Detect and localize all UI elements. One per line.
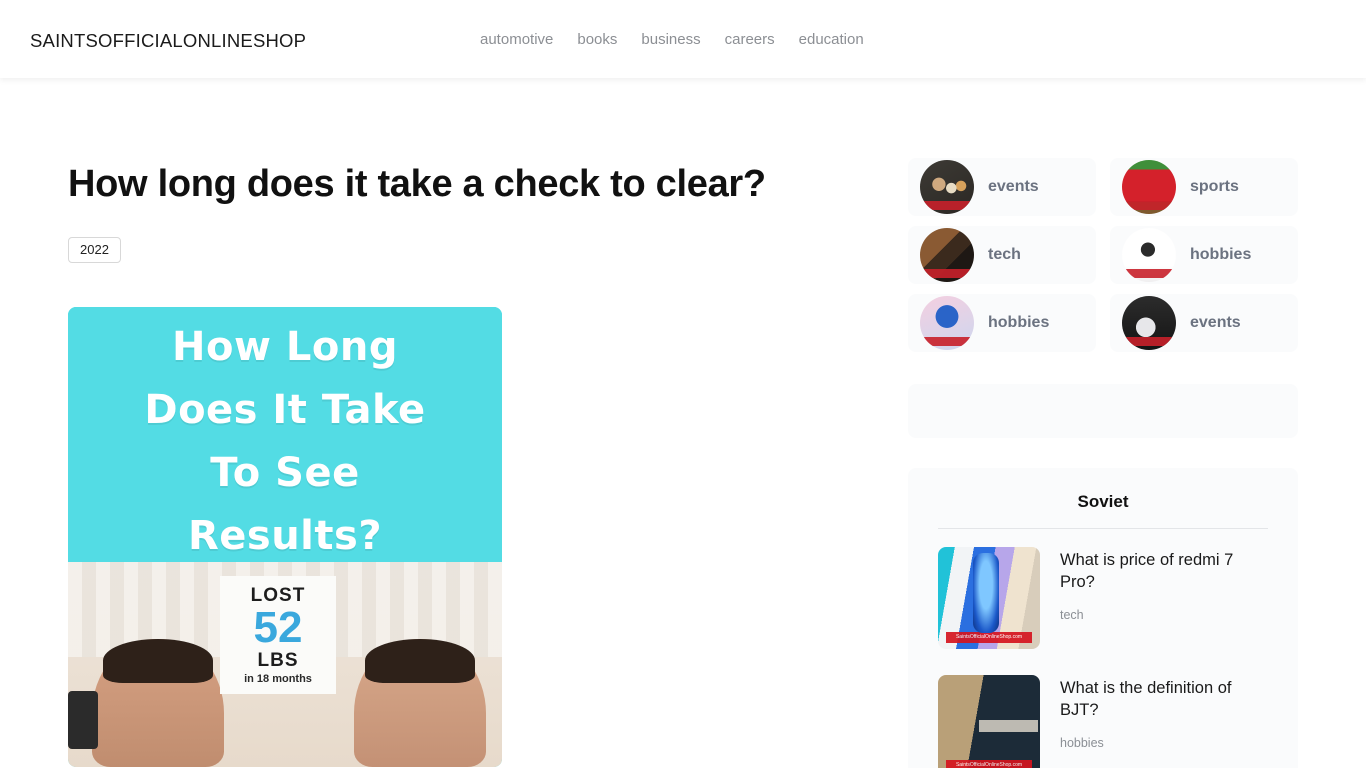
- article-main: How long does it take a check to clear? …: [68, 158, 768, 768]
- watermark-bar-icon: [1122, 269, 1176, 278]
- category-thumbnail-icon: [1122, 228, 1176, 282]
- watermark-text: SaintsOfficialOnlineShop.com: [946, 760, 1032, 768]
- related-post-item[interactable]: SaintsOfficialOnlineShop.com What is the…: [938, 675, 1268, 768]
- watermark-bar-icon: [920, 201, 974, 210]
- sidebar-widget-divider: [938, 528, 1268, 529]
- watermark-text: SaintsOfficialOnlineShop.com: [946, 632, 1032, 643]
- nav-link-business[interactable]: business: [641, 31, 700, 48]
- category-card-events-2[interactable]: events: [1110, 294, 1298, 352]
- related-post-text: What is the definition of BJT? hobbies: [1060, 675, 1268, 768]
- hero-photo-phone-icon: [68, 691, 98, 750]
- article-hero-image: How Long Does It Take To See Results? LO…: [68, 307, 502, 768]
- hero-banner-line-4: Results?: [187, 512, 383, 559]
- nav-link-books[interactable]: books: [577, 31, 617, 48]
- nav-link-automotive[interactable]: automotive: [480, 31, 553, 48]
- category-card-hobbies-2[interactable]: hobbies: [908, 294, 1096, 352]
- sidebar-widget-title: Soviet: [1077, 492, 1129, 511]
- site-header: SAINTSOFFICIALONLINESHOP automotive book…: [0, 0, 1366, 78]
- article-tag-year[interactable]: 2022: [68, 237, 121, 264]
- category-label: hobbies: [988, 314, 1050, 331]
- hero-banner-text: How Long Does It Take To See Results?: [68, 307, 502, 570]
- hero-sign-lost-label: LOST: [250, 584, 306, 606]
- category-thumbnail-icon: [920, 296, 974, 350]
- page-body: How long does it take a check to clear? …: [0, 78, 1366, 768]
- category-card-hobbies-1[interactable]: hobbies: [1110, 226, 1298, 284]
- related-post-title: What is price of redmi 7 Pro?: [1060, 551, 1234, 592]
- sidebar: events sports tech hobbies hobbies event…: [908, 158, 1298, 768]
- primary-navigation: automotive books business careers educat…: [480, 31, 864, 48]
- category-card-tech[interactable]: tech: [908, 226, 1096, 284]
- hero-sign-duration-label: in 18 months: [244, 673, 312, 686]
- category-card-sports[interactable]: sports: [1110, 158, 1298, 216]
- related-post-title: What is the definition of BJT?: [1060, 679, 1232, 720]
- watermark-bar-icon: [1122, 201, 1176, 210]
- watermark-bar-icon: [1122, 337, 1176, 346]
- category-thumbnail-icon: [1122, 296, 1176, 350]
- category-card-events-1[interactable]: events: [908, 158, 1096, 216]
- watermark-bar-icon: [920, 337, 974, 346]
- watermark-bar-icon: [920, 269, 974, 278]
- nav-link-education[interactable]: education: [799, 31, 864, 48]
- hero-photo-person-after: [354, 639, 486, 768]
- category-label: events: [1190, 314, 1241, 331]
- hero-weight-loss-sign: LOST 52 LBS in 18 months: [220, 576, 336, 695]
- hero-sign-lbs-label: LBS: [257, 650, 299, 672]
- hero-photo-person-after-hair: [364, 639, 476, 683]
- category-thumbnail-icon: [920, 228, 974, 282]
- sidebar-ad-placeholder: [908, 384, 1298, 438]
- sidebar-widget-soviet: Soviet SaintsOfficialOnlineShop.com What…: [908, 468, 1298, 768]
- page-title: How long does it take a check to clear?: [68, 163, 766, 205]
- hero-photo-person-before: [92, 639, 224, 768]
- category-thumbnail-icon: [920, 160, 974, 214]
- hero-banner-line-1: How Long: [172, 324, 398, 371]
- related-post-thumbnail-icon: SaintsOfficialOnlineShop.com: [938, 547, 1040, 649]
- related-post-thumbnail-icon: SaintsOfficialOnlineShop.com: [938, 675, 1040, 768]
- category-label: sports: [1190, 178, 1239, 195]
- category-label: events: [988, 178, 1039, 195]
- hero-before-after-photo: LOST 52 LBS in 18 months: [68, 562, 502, 768]
- nav-link-careers[interactable]: careers: [725, 31, 775, 48]
- related-post-category: hobbies: [1060, 735, 1104, 750]
- hero-banner-line-2: Does It Take: [144, 387, 426, 434]
- article-tag-list: 2022: [68, 237, 768, 264]
- related-post-text: What is price of redmi 7 Pro? tech: [1060, 547, 1268, 649]
- hero-banner-line-3: To See: [210, 450, 360, 497]
- category-label: tech: [988, 246, 1021, 263]
- site-brand-logo[interactable]: SAINTSOFFICIALONLINESHOP: [30, 30, 306, 52]
- category-label: hobbies: [1190, 246, 1252, 263]
- category-card-grid: events sports tech hobbies hobbies event…: [908, 158, 1298, 352]
- related-post-item[interactable]: SaintsOfficialOnlineShop.com What is pri…: [938, 547, 1268, 649]
- related-post-category: tech: [1060, 607, 1084, 622]
- hero-photo-person-before-hair: [102, 639, 214, 683]
- category-thumbnail-icon: [1122, 160, 1176, 214]
- hero-sign-pounds-number: 52: [253, 602, 303, 652]
